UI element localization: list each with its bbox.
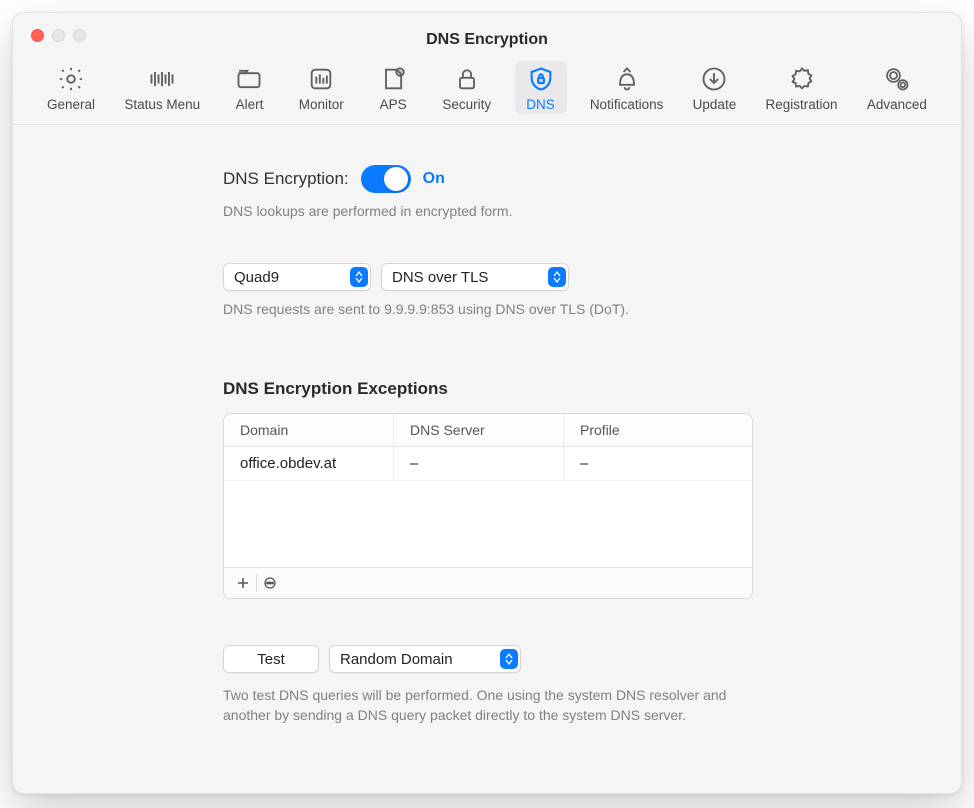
tab-label: Registration: [766, 97, 838, 112]
lock-icon: [453, 65, 481, 93]
test-button[interactable]: Test: [223, 645, 319, 673]
chevron-updown-icon: [548, 267, 566, 287]
window-minimize-button[interactable]: [52, 29, 65, 42]
dns-encryption-row: DNS Encryption: On: [223, 165, 753, 193]
exceptions-title: DNS Encryption Exceptions: [223, 379, 753, 399]
test-button-label: Test: [257, 651, 285, 668]
monitor-icon: [307, 65, 335, 93]
dns-encryption-state: On: [423, 170, 445, 188]
col-profile[interactable]: Profile: [564, 414, 752, 446]
tab-label: Alert: [236, 97, 264, 112]
method-select[interactable]: DNS over TLS: [381, 263, 569, 291]
cell-domain: office.obdev.at: [224, 447, 394, 480]
tab-general[interactable]: General: [41, 61, 101, 114]
gear-icon: [57, 65, 85, 93]
table-body: office.obdev.at – –: [224, 447, 752, 567]
toolbar: General Status Menu Alert: [13, 59, 961, 125]
col-domain[interactable]: Domain: [224, 414, 394, 446]
cell-server: –: [394, 447, 564, 480]
window-close-button[interactable]: [31, 29, 44, 42]
tab-label: Monitor: [299, 97, 344, 112]
tab-label: Notifications: [590, 97, 664, 112]
actions-menu-button[interactable]: [257, 572, 283, 594]
content-area: DNS Encryption: On DNS lookups are perfo…: [13, 125, 961, 793]
folder-icon: [235, 65, 263, 93]
tab-label: APS: [380, 97, 407, 112]
preferences-window: DNS Encryption General Status Menu: [12, 12, 962, 794]
tab-label: DNS: [526, 97, 555, 112]
tab-monitor[interactable]: Monitor: [293, 61, 350, 114]
exceptions-table: Domain DNS Server Profile office.obdev.a…: [223, 413, 753, 599]
tab-label: General: [47, 97, 95, 112]
tab-registration[interactable]: Registration: [760, 61, 844, 114]
tab-aps[interactable]: APS: [367, 61, 419, 114]
dns-provider-row: Quad9 DNS over TLS: [223, 263, 753, 291]
seal-icon: [788, 65, 816, 93]
chevron-updown-icon: [350, 267, 368, 287]
window-title: DNS Encryption: [426, 23, 548, 49]
download-circle-icon: [700, 65, 728, 93]
aps-icon: [379, 65, 407, 93]
test-mode-value: Random Domain: [340, 651, 453, 668]
tab-label: Update: [693, 97, 737, 112]
tab-status-menu[interactable]: Status Menu: [118, 61, 206, 114]
table-footer: [224, 567, 752, 598]
tab-security[interactable]: Security: [436, 61, 497, 114]
titlebar: DNS Encryption: [13, 13, 961, 59]
tab-update[interactable]: Update: [687, 61, 743, 114]
tab-label: Security: [442, 97, 491, 112]
tab-label: Status Menu: [124, 97, 200, 112]
tab-advanced[interactable]: Advanced: [861, 61, 933, 114]
chevron-updown-icon: [500, 649, 518, 669]
test-block: Test Random Domain Two test DNS queries …: [223, 645, 753, 726]
table-row[interactable]: office.obdev.at – –: [224, 447, 752, 481]
dns-detail: DNS requests are sent to 9.9.9.9:853 usi…: [223, 301, 753, 317]
tab-alert[interactable]: Alert: [223, 61, 275, 114]
provider-value: Quad9: [234, 269, 279, 286]
status-menu-icon: [148, 65, 176, 93]
cell-profile: –: [564, 447, 752, 480]
tab-dns[interactable]: DNS: [515, 61, 567, 114]
dns-encryption-desc: DNS lookups are performed in encrypted f…: [223, 203, 753, 219]
gears-icon: [883, 65, 911, 93]
provider-select[interactable]: Quad9: [223, 263, 371, 291]
test-hint: Two test DNS queries will be performed. …: [223, 685, 743, 726]
tab-notifications[interactable]: Notifications: [584, 61, 670, 114]
dns-shield-icon: [527, 65, 555, 93]
test-mode-select[interactable]: Random Domain: [329, 645, 521, 673]
bell-icon: [613, 65, 641, 93]
tab-label: Advanced: [867, 97, 927, 112]
add-exception-button[interactable]: [230, 572, 256, 594]
traffic-lights: [31, 29, 86, 42]
method-value: DNS over TLS: [392, 269, 488, 286]
dns-encryption-label: DNS Encryption:: [223, 169, 349, 189]
window-zoom-button[interactable]: [73, 29, 86, 42]
table-header: Domain DNS Server Profile: [224, 414, 752, 447]
col-server[interactable]: DNS Server: [394, 414, 564, 446]
dns-encryption-toggle[interactable]: [361, 165, 411, 193]
